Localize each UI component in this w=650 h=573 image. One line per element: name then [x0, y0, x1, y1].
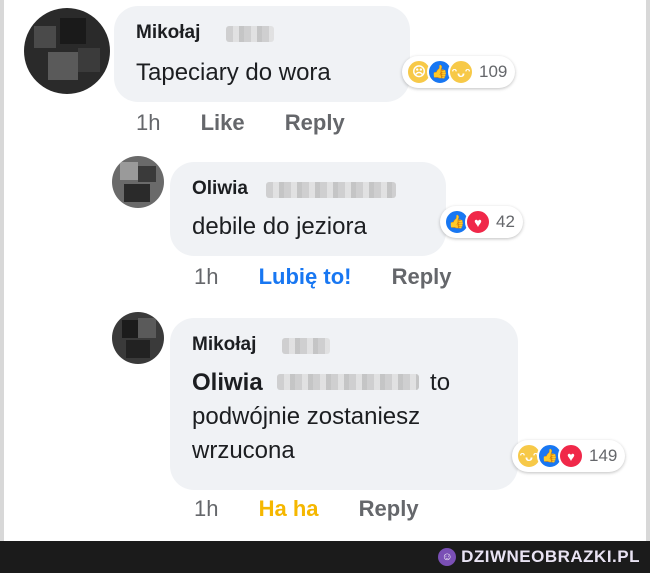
comment-author[interactable]: Mikołaj [136, 22, 200, 44]
like-button[interactable]: Ha ha [259, 496, 319, 521]
reactions-summary[interactable]: ᵔᴗᵔ 👍 ♥ 149 [512, 440, 626, 472]
like-button[interactable]: Lubię to! [259, 264, 352, 289]
comment-text-part: to [430, 369, 451, 396]
love-icon: ♥ [558, 443, 584, 469]
comment-author[interactable]: Mikołaj [192, 334, 256, 356]
love-icon: ♥ [465, 209, 491, 235]
avatar[interactable] [112, 312, 164, 364]
comment-author[interactable]: Oliwia [192, 178, 248, 200]
watermark: ☺ DZIWNEOBRAZKI.PL [438, 546, 640, 568]
comment-text: Oliwia to podwójnie zostaniesz wrzucona [192, 366, 512, 468]
comment-bubble: Mikołaj Oliwia to podwójnie zostaniesz w… [170, 318, 518, 490]
reply-button[interactable]: Reply [285, 110, 345, 135]
reply-button[interactable]: Reply [359, 496, 419, 521]
watermark-bar: ☺ DZIWNEOBRAZKI.PL [0, 541, 650, 573]
timestamp[interactable]: 1h [194, 264, 218, 289]
reaction-count: 109 [479, 62, 508, 81]
mention-link[interactable]: Oliwia [192, 369, 263, 396]
comment-bubble: Oliwia debile do jeziora [170, 162, 446, 256]
timestamp[interactable]: 1h [136, 110, 160, 135]
reaction-count: 149 [589, 446, 618, 465]
comment-bubble: Mikołaj Tapeciary do wora [114, 6, 410, 102]
blurred-surname [226, 26, 274, 42]
blurred-surname [277, 374, 420, 390]
like-button[interactable]: Like [201, 110, 245, 135]
comment-text: debile do jeziora [192, 213, 367, 240]
comment-text: Tapeciary do wora [136, 59, 331, 86]
haha-icon: ᵔᴗᵔ [448, 59, 474, 85]
reaction-count: 42 [496, 212, 515, 231]
blurred-surname [266, 182, 396, 198]
reactions-summary[interactable]: ☹ 👍 ᵔᴗᵔ 109 [402, 56, 516, 88]
comment-actions: 1h Ha ha Reply [194, 496, 453, 522]
brand-logo-icon: ☺ [438, 548, 457, 566]
watermark-text: DZIWNEOBRAZKI.PL [461, 547, 640, 566]
comment-actions: 1h Lubię to! Reply [194, 264, 486, 290]
avatar[interactable] [24, 8, 110, 94]
comment-actions: 1h Like Reply [136, 110, 379, 136]
reply-button[interactable]: Reply [392, 264, 452, 289]
timestamp[interactable]: 1h [194, 496, 218, 521]
comment-text-line: wrzucona [192, 437, 295, 464]
blurred-surname [282, 338, 330, 354]
comment-text-line: podwójnie zostaniesz [192, 403, 421, 430]
reactions-summary[interactable]: 👍 ♥ 42 [440, 206, 523, 238]
comment-thread: Mikołaj Tapeciary do wora ☹ 👍 ᵔᴗᵔ 109 1h… [0, 0, 650, 541]
avatar[interactable] [112, 156, 164, 208]
